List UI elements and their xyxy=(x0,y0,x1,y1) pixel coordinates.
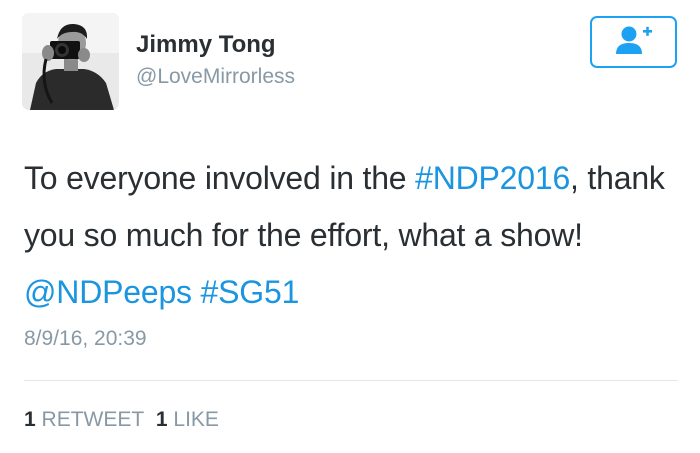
retweet-label: RETWEET xyxy=(41,408,145,431)
author-username[interactable]: @LoveMirrorless xyxy=(136,65,295,89)
like-count: 1 xyxy=(155,408,168,431)
tweet-stats: 1 RETWEET 1 LIKE xyxy=(24,408,219,432)
tweet-text-segment xyxy=(192,274,201,310)
hashtag-link[interactable]: #NDP2016 xyxy=(415,160,570,196)
add-user-icon xyxy=(614,24,654,61)
tweet-text: To everyone involved in the #NDP2016, th… xyxy=(24,150,684,321)
author-display-name[interactable]: Jimmy Tong xyxy=(136,31,276,59)
mention-link[interactable]: @NDPeeps xyxy=(24,274,192,310)
like-stat[interactable]: 1 LIKE xyxy=(156,408,219,431)
follow-button[interactable] xyxy=(590,16,677,68)
avatar-photo xyxy=(22,13,119,110)
avatar[interactable] xyxy=(22,13,119,110)
tweet-timestamp: 8/9/16, 20:39 xyxy=(24,327,147,350)
like-label: LIKE xyxy=(173,408,219,431)
divider xyxy=(24,380,678,381)
retweet-count: 1 xyxy=(24,408,36,431)
tweet-text-segment: To everyone involved in the xyxy=(24,160,416,196)
hashtag-link[interactable]: #SG51 xyxy=(201,274,300,310)
retweet-stat[interactable]: 1 RETWEET xyxy=(24,408,144,431)
